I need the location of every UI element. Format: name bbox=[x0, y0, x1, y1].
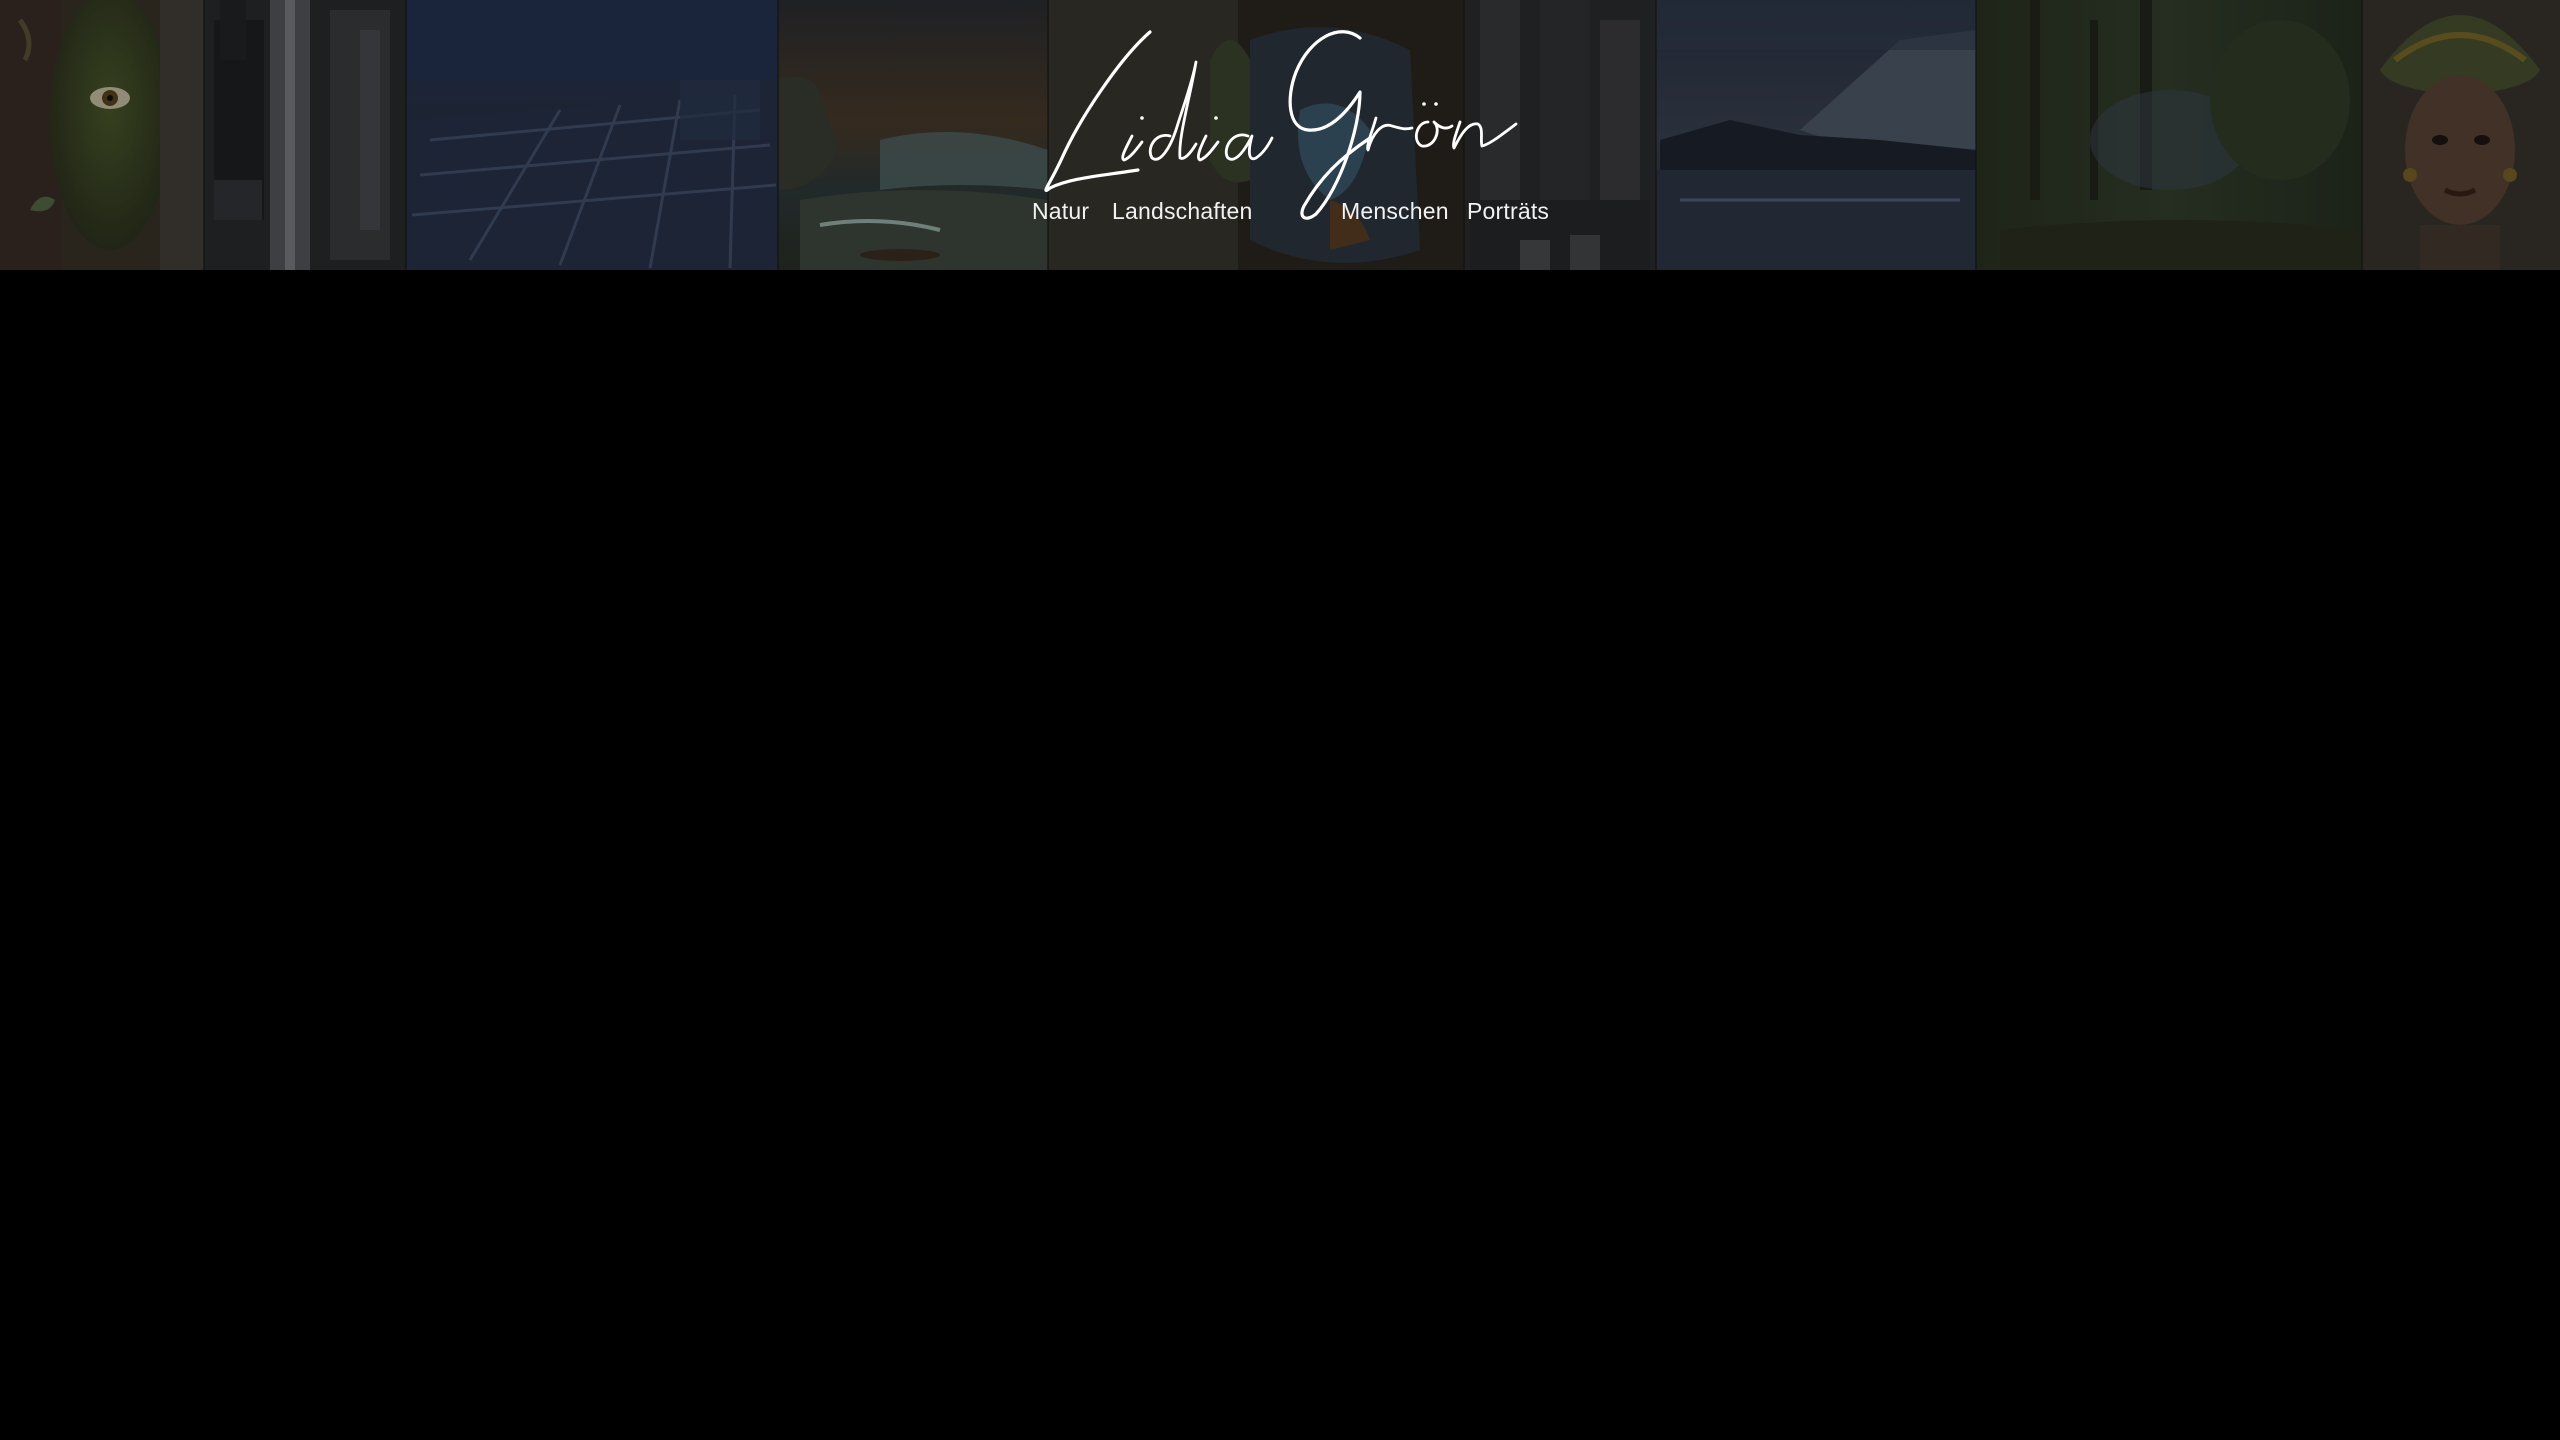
main-navigation: Natur Landschaften Menschen Porträts bbox=[0, 196, 2560, 230]
page: Natur Landschaften Menschen Porträts bbox=[0, 0, 2560, 1440]
main-content bbox=[0, 270, 2560, 1440]
nav-item-landschaften[interactable]: Landschaften bbox=[1112, 196, 1253, 226]
nav-item-menschen[interactable]: Menschen bbox=[1341, 196, 1449, 226]
nav-item-natur[interactable]: Natur bbox=[1032, 196, 1089, 226]
nav-item-portraets[interactable]: Porträts bbox=[1467, 196, 1549, 226]
site-header: Natur Landschaften Menschen Porträts bbox=[0, 0, 2560, 270]
